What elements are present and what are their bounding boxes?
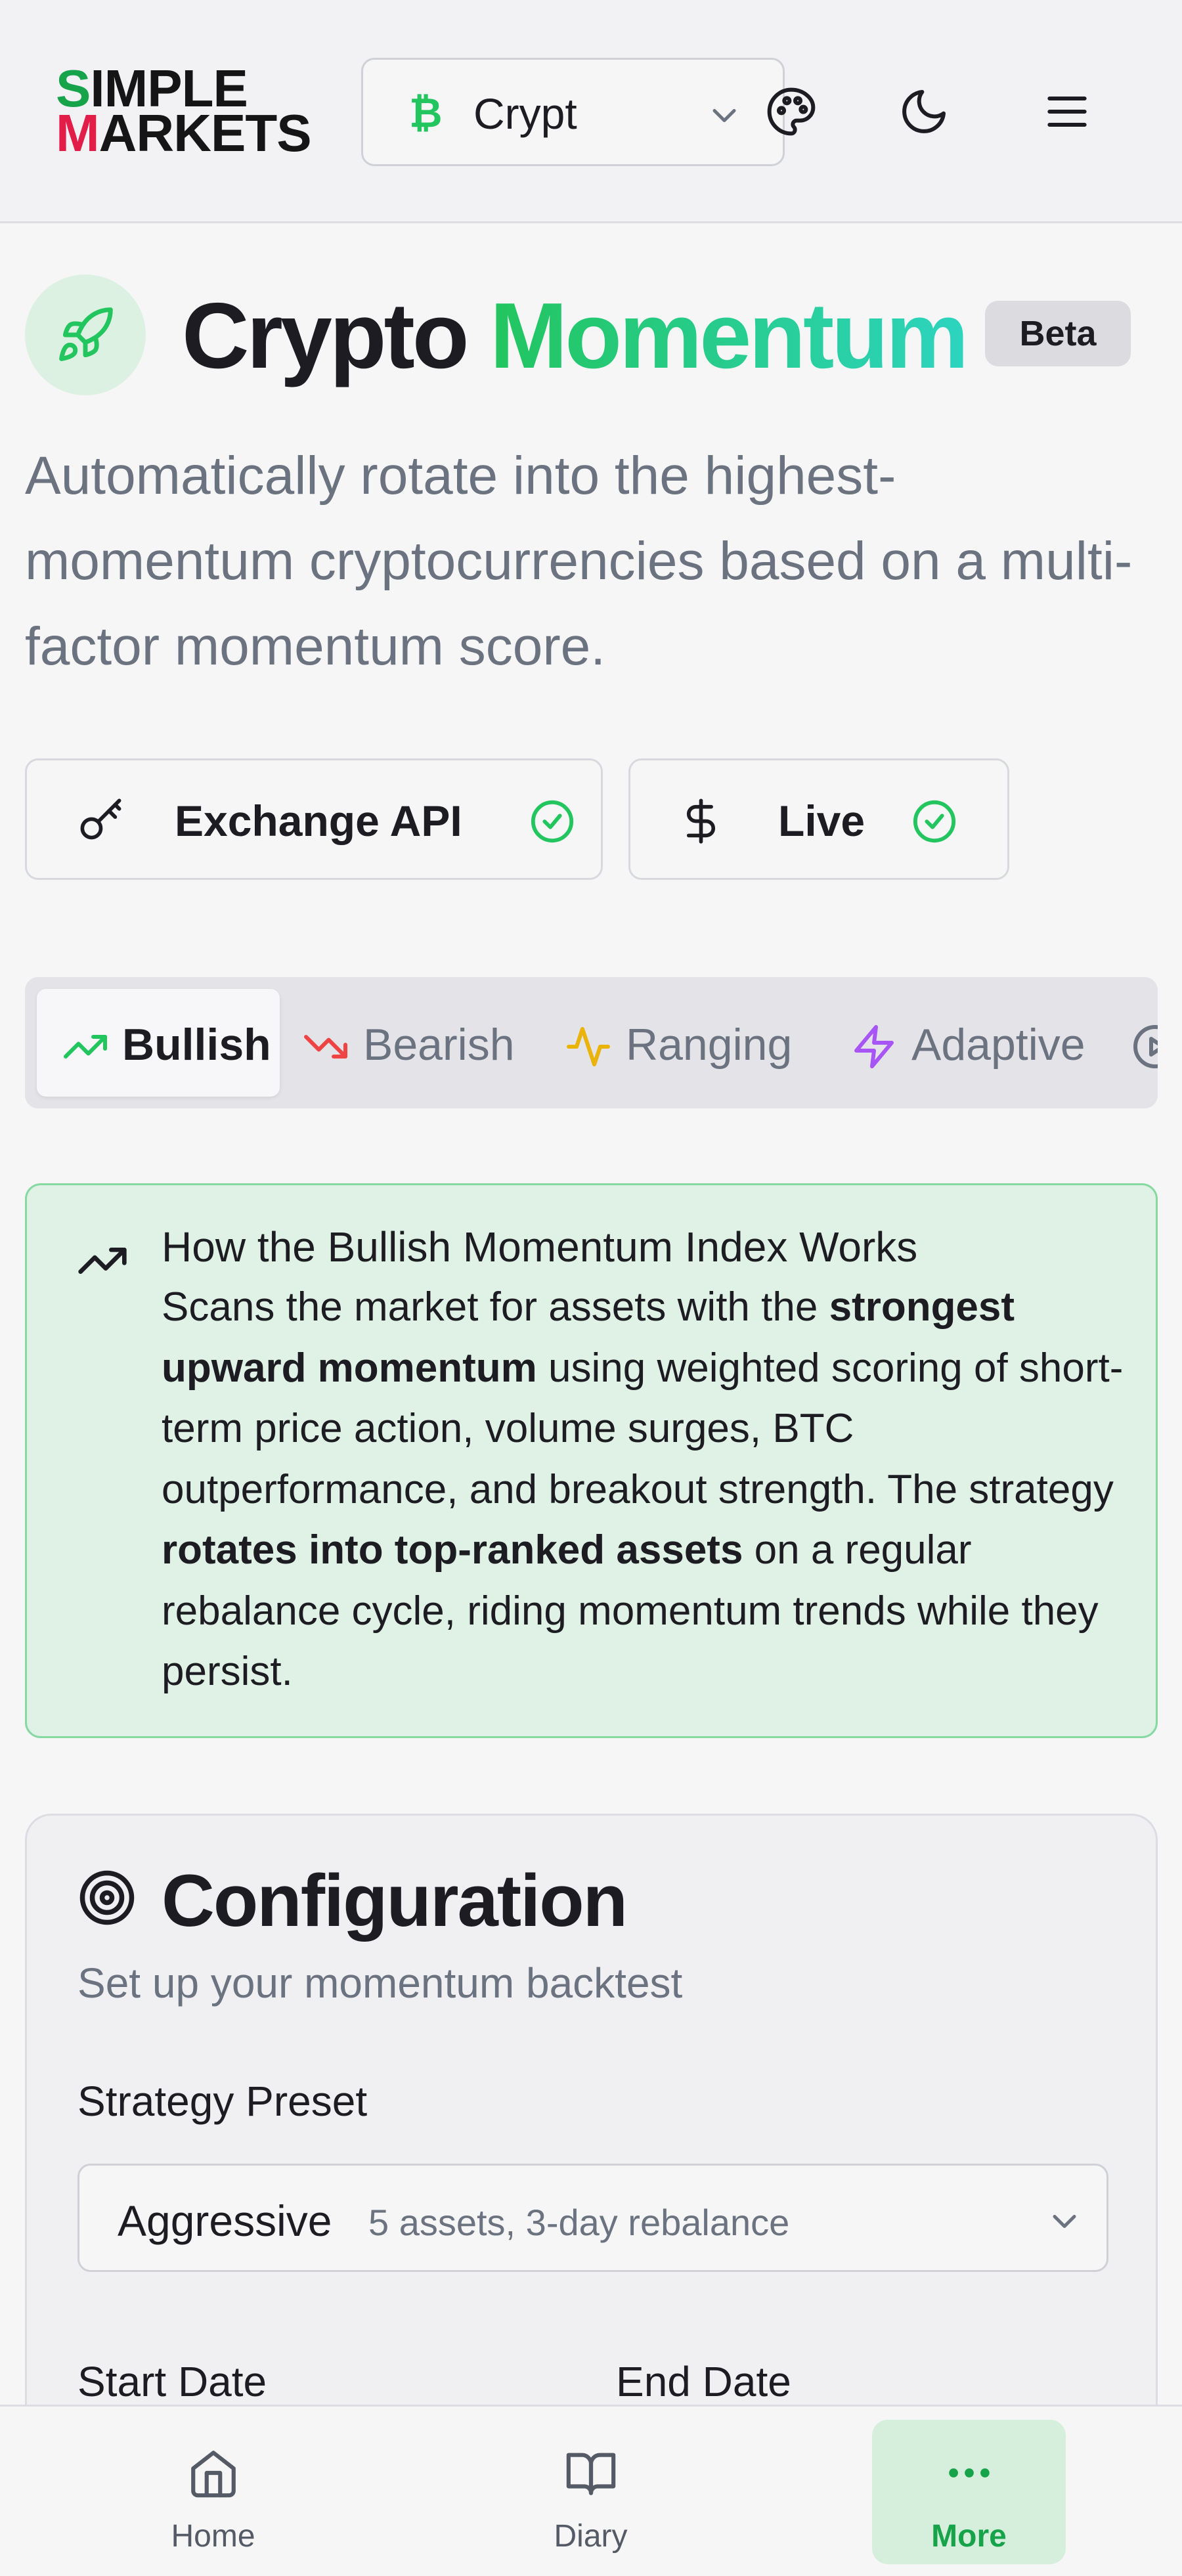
nav-more[interactable]: More [872,2420,1066,2564]
preset-value: Aggressive [118,2196,332,2245]
beta-badge: Beta [985,301,1131,366]
tab-adaptive[interactable]: Adaptive [836,989,1112,1097]
chevron-down-icon [1053,2215,1076,2228]
tab-bullish[interactable]: Bullish [37,989,280,1097]
check-circle-icon [531,800,574,843]
nav-diary[interactable]: Diary [494,2420,688,2564]
exchange-api-status[interactable]: Exchange API [25,758,603,880]
asset-class-select[interactable]: ₿ Crypt [361,58,785,166]
zap-icon [854,1025,894,1068]
strategy-preset-label: Strategy Preset [77,2078,368,2125]
configuration-title: Configuration [162,1860,628,1942]
trending-up-icon [78,1248,127,1274]
palette-icon[interactable] [765,85,818,138]
trending-up-icon [64,1035,107,1059]
bottom-navigation: Home Diary More [0,2405,1182,2576]
strategy-preset-select[interactable]: Aggressive 5 assets, 3-day rebalance [77,2164,1108,2272]
key-icon [80,798,121,840]
logo-line2: ARKETS [98,104,312,162]
exchange-api-label: Exchange API [175,797,462,845]
asset-select-value: Crypt [473,89,577,138]
tab-bullish-label: Bullish [122,1020,271,1070]
page-title: Crypto Momentum [182,284,969,389]
live-label: Live [778,797,865,845]
tab-bearish[interactable]: Bearish [288,989,540,1097]
book-icon [566,2453,616,2495]
home-icon [191,2451,236,2498]
target-icon [79,1870,135,1925]
more-dots-icon [949,2468,990,2478]
nav-home-label: Home [171,2519,255,2554]
chevron-down-icon [712,109,736,122]
strategy-info-box: How the Bullish Momentum Index Works Sca… [25,1183,1158,1738]
info-body: Scans the market for assets with the str… [162,1284,1124,1694]
nav-more-label: More [931,2519,1007,2554]
bitcoin-icon: ₿ [409,91,443,136]
trending-down-icon [304,1035,347,1059]
check-circle-icon [913,800,956,843]
play-circle-icon [1133,1025,1158,1068]
tab-more-overflow[interactable] [1118,989,1158,1097]
title-word-momentum: Momentum [490,284,969,388]
tab-adaptive-label: Adaptive [911,1020,1085,1070]
activity-icon [567,1027,610,1066]
start-date-label: Start Date [77,2358,267,2405]
menu-icon[interactable] [1041,85,1093,138]
simple-markets-logo[interactable]: SIMPLE MARKETS [56,62,312,161]
nav-diary-label: Diary [554,2519,628,2554]
app-header: SIMPLE MARKETS ₿ Crypt [0,0,1182,223]
title-word-crypto: Crypto [182,284,470,388]
market-regime-tabs: Bullish Bearish Ranging Adaptive [25,977,1158,1108]
live-status[interactable]: Live [628,758,1009,880]
dollar-icon [686,798,715,844]
tab-ranging[interactable]: Ranging [550,989,826,1097]
info-heading: How the Bullish Momentum Index Works [162,1223,918,1271]
tab-bearish-label: Bearish [363,1020,515,1070]
rocket-icon [59,307,113,361]
end-date-label: End Date [616,2358,791,2405]
configuration-subtitle: Set up your momentum backtest [77,1959,683,2007]
rocket-icon-badge [25,274,146,395]
preset-detail: 5 assets, 3-day rebalance [368,2202,790,2243]
tab-ranging-label: Ranging [626,1020,793,1070]
page-description: Automatically rotate into the highest-mo… [25,446,1133,676]
nav-home[interactable]: Home [116,2420,310,2564]
moon-icon[interactable] [898,85,950,138]
